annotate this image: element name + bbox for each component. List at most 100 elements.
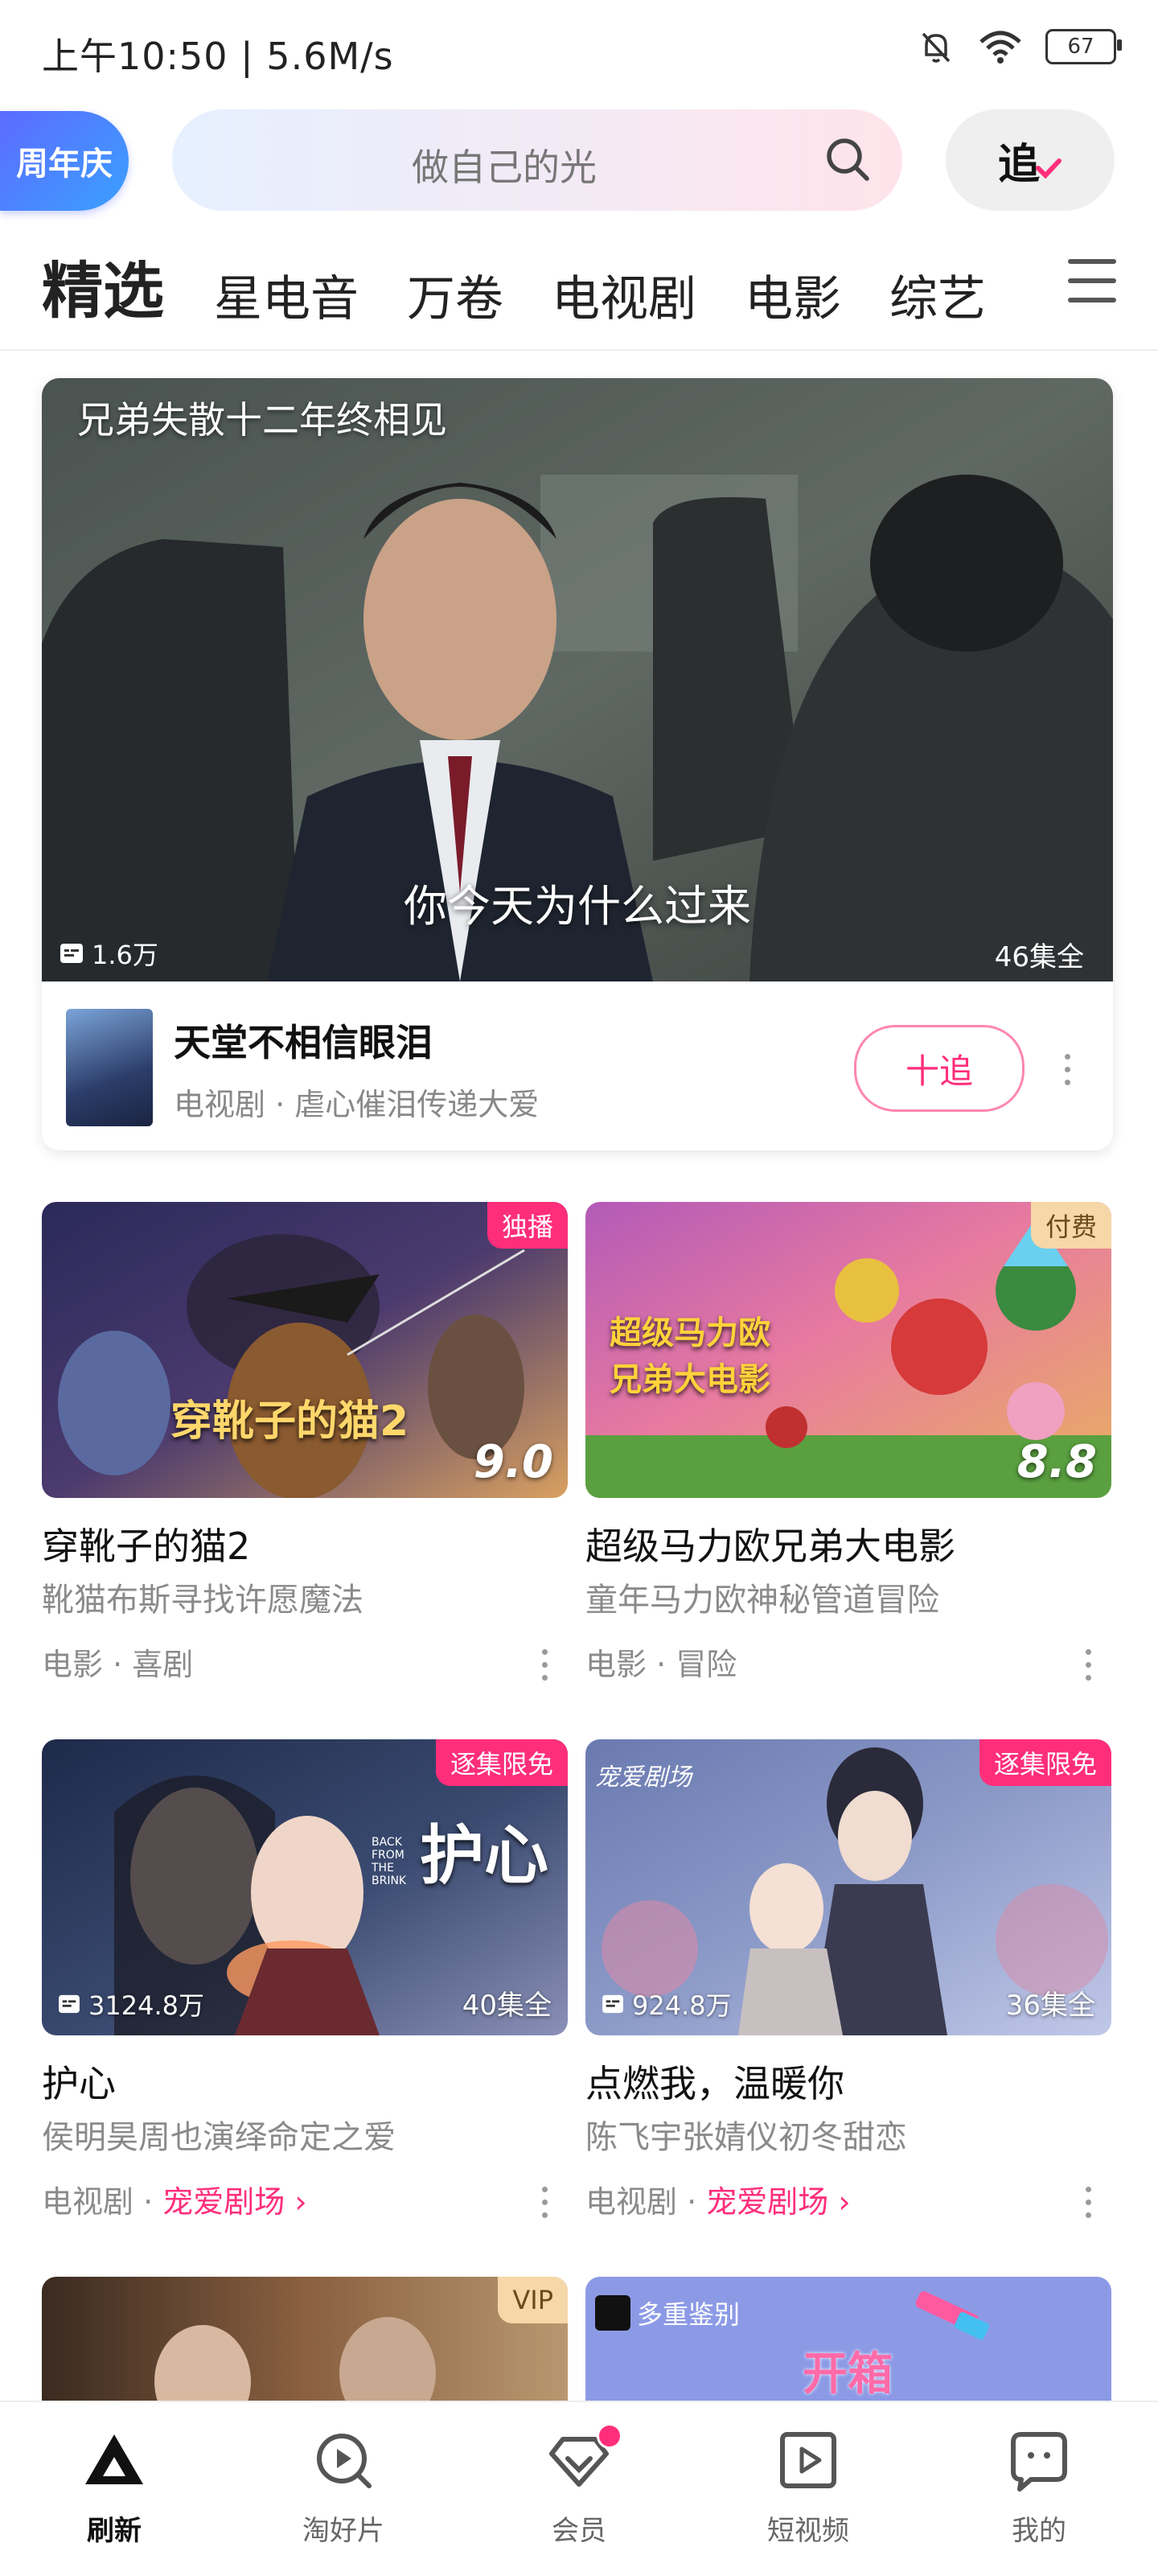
poster-badge: 多重鉴别 xyxy=(595,2294,740,2331)
follow-list-button[interactable]: 追 xyxy=(946,109,1115,211)
card-title[interactable]: 点燃我，温暖你 xyxy=(585,2055,844,2108)
nav-profile[interactable]: 我的 xyxy=(959,2426,1119,2548)
wifi-icon xyxy=(979,31,1021,64)
content-card[interactable]: 宠爱剧场 逐集限免 924.8万 36集全 点燃我，温暖你 陈飞宇张婧仪初冬甜恋… xyxy=(585,1739,1111,2238)
card-meta: 电视剧 · 宠爱剧场 › xyxy=(42,2184,307,2220)
brand-logo-icon xyxy=(595,2295,630,2331)
tab-music[interactable]: 星电音 xyxy=(214,260,359,330)
notification-dot xyxy=(597,2423,622,2449)
status-icons: 67 xyxy=(917,27,1122,66)
poster[interactable]: 多重鉴别 开箱 xyxy=(585,2277,1111,2401)
more-icon[interactable] xyxy=(542,1649,548,1688)
view-count: 924.8万 xyxy=(602,1985,732,2023)
nav-label: 会员 xyxy=(552,2515,606,2547)
poster[interactable]: VIP xyxy=(42,2277,568,2401)
poster[interactable]: 护心 BACK FROM THE BRINK 逐集限免 3124.8万 40集全 xyxy=(42,1739,568,2035)
nav-discover[interactable]: 淘好片 xyxy=(263,2426,424,2548)
mute-bell-icon xyxy=(922,32,951,63)
hero-view-count: 1.6万 xyxy=(92,940,158,970)
card-meta: 电视剧 · 宠爱剧场 › xyxy=(585,2184,851,2220)
more-icon[interactable] xyxy=(1065,1054,1070,1093)
comment-icon xyxy=(602,1994,623,2014)
episode-count: 36集全 xyxy=(1005,1990,1095,2022)
tag-badge: 独播 xyxy=(487,1202,568,1249)
check-icon xyxy=(1036,158,1062,179)
card-genre: 冒险 xyxy=(676,1647,737,1682)
follow-label: 追 xyxy=(997,140,1040,189)
short-video-icon xyxy=(780,2432,836,2488)
tab-featured[interactable]: 精选 xyxy=(42,241,164,330)
menu-icon[interactable] xyxy=(1068,259,1116,317)
hero-views: 1.6万 xyxy=(60,935,158,972)
card-description: 陈飞宇张婧仪初冬甜恋 xyxy=(585,2119,907,2156)
follow-button[interactable]: 十追 xyxy=(854,1025,1025,1112)
card-description: 侯明昊周也演绎命定之爱 xyxy=(42,2119,396,2156)
hero-thumbnail[interactable] xyxy=(66,1009,153,1126)
view-count: 3124.8万 xyxy=(58,1985,204,2023)
rating-score: 8.8 xyxy=(1016,1436,1097,1488)
tag-badge: 逐集限免 xyxy=(979,1739,1111,1786)
poster-title: 超级马力欧兄弟大电影 xyxy=(610,1315,770,1398)
poster-badge-text: 多重鉴别 xyxy=(637,2299,741,2330)
theater-link[interactable]: 宠爱剧场 › xyxy=(162,2184,306,2220)
card-description: 童年马力欧神秘管道冒险 xyxy=(585,1582,939,1619)
card-title[interactable]: 护心 xyxy=(42,2055,116,2108)
tag-badge: 付费 xyxy=(1030,1202,1111,1249)
status-time: 上午10:50 | 5.6M/s xyxy=(42,35,394,78)
card-category: 电视剧 xyxy=(42,2184,134,2220)
anniversary-badge[interactable]: 周年庆 xyxy=(0,111,129,211)
card-description: 靴猫布斯寻找许愿魔法 xyxy=(42,1582,363,1619)
poster-title: 护心 xyxy=(420,1818,548,1893)
tab-books[interactable]: 万卷 xyxy=(407,260,503,330)
battery-indicator: 67 xyxy=(1045,29,1122,64)
more-icon[interactable] xyxy=(542,2187,548,2225)
profile-icon xyxy=(1011,2432,1067,2492)
hero-show-name[interactable]: 天堂不相信眼泪 xyxy=(174,1014,433,1067)
card-category: 电影 xyxy=(585,1647,647,1682)
card-meta: 电影 · 喜剧 xyxy=(42,1647,194,1682)
view-count-text: 3124.8万 xyxy=(88,1990,204,2021)
card-category: 电视剧 xyxy=(585,2184,678,2220)
hero-episodes: 46集全 xyxy=(994,941,1084,973)
hero-overlay-title: 兄弟失散十二年终相见 xyxy=(77,398,447,442)
rating-score: 9.0 xyxy=(473,1436,553,1488)
nav-label: 淘好片 xyxy=(302,2515,384,2547)
poster-title: 穿靴子的猫2 xyxy=(170,1397,409,1446)
comment-icon xyxy=(59,1994,80,2014)
nav-vip[interactable]: 会员 xyxy=(499,2423,659,2548)
tab-tv[interactable]: 电视剧 xyxy=(552,260,696,330)
nav-label: 刷新 xyxy=(87,2515,142,2547)
card-title[interactable]: 穿靴子的猫2 xyxy=(42,1517,250,1570)
hero-card[interactable]: 兄弟失散十二年终相见 你今天为什么过来 1.6万 46集全 天堂不相信眼泪 电视… xyxy=(42,378,1113,1150)
home-triangle-icon xyxy=(85,2434,143,2484)
card-meta: 电影 · 冒险 xyxy=(585,1647,737,1682)
category-tabs: 精选 星电音 万卷 电视剧 电影 综艺 xyxy=(42,241,1034,330)
content-card[interactable]: 护心 BACK FROM THE BRINK 逐集限免 3124.8万 40集全… xyxy=(42,1739,568,2238)
card-category: 电影 xyxy=(42,1647,104,1682)
search-placeholder: 做自己的光 xyxy=(412,146,597,189)
discover-icon xyxy=(317,2434,372,2488)
poster[interactable]: 宠爱剧场 逐集限免 924.8万 36集全 xyxy=(585,1739,1111,2035)
vip-badge: VIP xyxy=(498,2277,568,2323)
content-card[interactable]: VIP xyxy=(42,2277,568,2401)
more-icon[interactable] xyxy=(1086,2187,1091,2225)
hero-subtitle: 你今天为什么过来 xyxy=(404,881,751,932)
divider xyxy=(0,349,1158,351)
poster[interactable]: 超级马力欧兄弟大电影 付费 8.8 xyxy=(585,1202,1111,1498)
theater-link[interactable]: 宠爱剧场 › xyxy=(706,2184,850,2220)
nav-short-video[interactable]: 短视频 xyxy=(728,2426,889,2548)
poster[interactable]: 穿靴子的猫2 独播 9.0 xyxy=(42,1202,568,1498)
content-card[interactable]: 穿靴子的猫2 独播 9.0 穿靴子的猫2 靴猫布斯寻找许愿魔法 电影 · 喜剧 xyxy=(42,1202,568,1701)
content-card[interactable]: 超级马力欧兄弟大电影 付费 8.8 超级马力欧兄弟大电影 童年马力欧神秘管道冒险… xyxy=(585,1202,1111,1701)
nav-refresh[interactable]: 刷新 xyxy=(34,2426,195,2548)
view-count-text: 924.8万 xyxy=(632,1990,732,2021)
poster-title: 开箱 xyxy=(803,2348,893,2401)
nav-label: 短视频 xyxy=(767,2515,849,2547)
content-card[interactable]: 多重鉴别 开箱 xyxy=(585,2277,1111,2401)
tab-movie[interactable]: 电影 xyxy=(745,260,841,330)
search-icon[interactable] xyxy=(822,134,873,185)
card-title[interactable]: 超级马力欧兄弟大电影 xyxy=(585,1517,955,1570)
search-bar[interactable]: 做自己的光 xyxy=(172,109,902,211)
more-icon[interactable] xyxy=(1086,1649,1091,1688)
tab-variety[interactable]: 综艺 xyxy=(889,260,986,330)
